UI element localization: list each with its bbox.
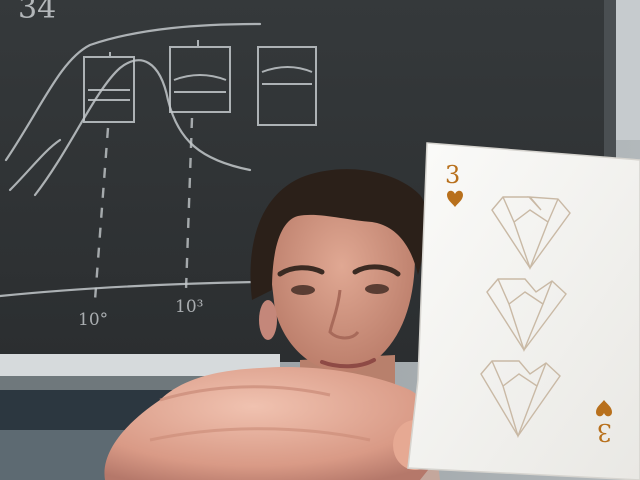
chalk-axis-label-right: 10³ bbox=[175, 297, 203, 317]
eye-left bbox=[291, 285, 315, 295]
eye-right bbox=[365, 284, 389, 294]
ear bbox=[259, 300, 277, 340]
card-index-bottom: 3 bbox=[596, 400, 612, 446]
webcam-photo: 34 10° 10³ 3 3 bbox=[0, 0, 640, 480]
card-rank-bottom: 3 bbox=[597, 418, 612, 446]
window-light bbox=[616, 0, 640, 140]
photo-canvas: 34 10° 10³ 3 3 bbox=[0, 0, 640, 480]
chalk-axis-label-left: 10° bbox=[78, 310, 108, 330]
chalk-corner-number: 34 bbox=[18, 0, 56, 26]
playing-card: 3 3 bbox=[407, 142, 640, 480]
board-frame-edge bbox=[604, 0, 616, 180]
card-rank-top: 3 bbox=[445, 161, 460, 189]
